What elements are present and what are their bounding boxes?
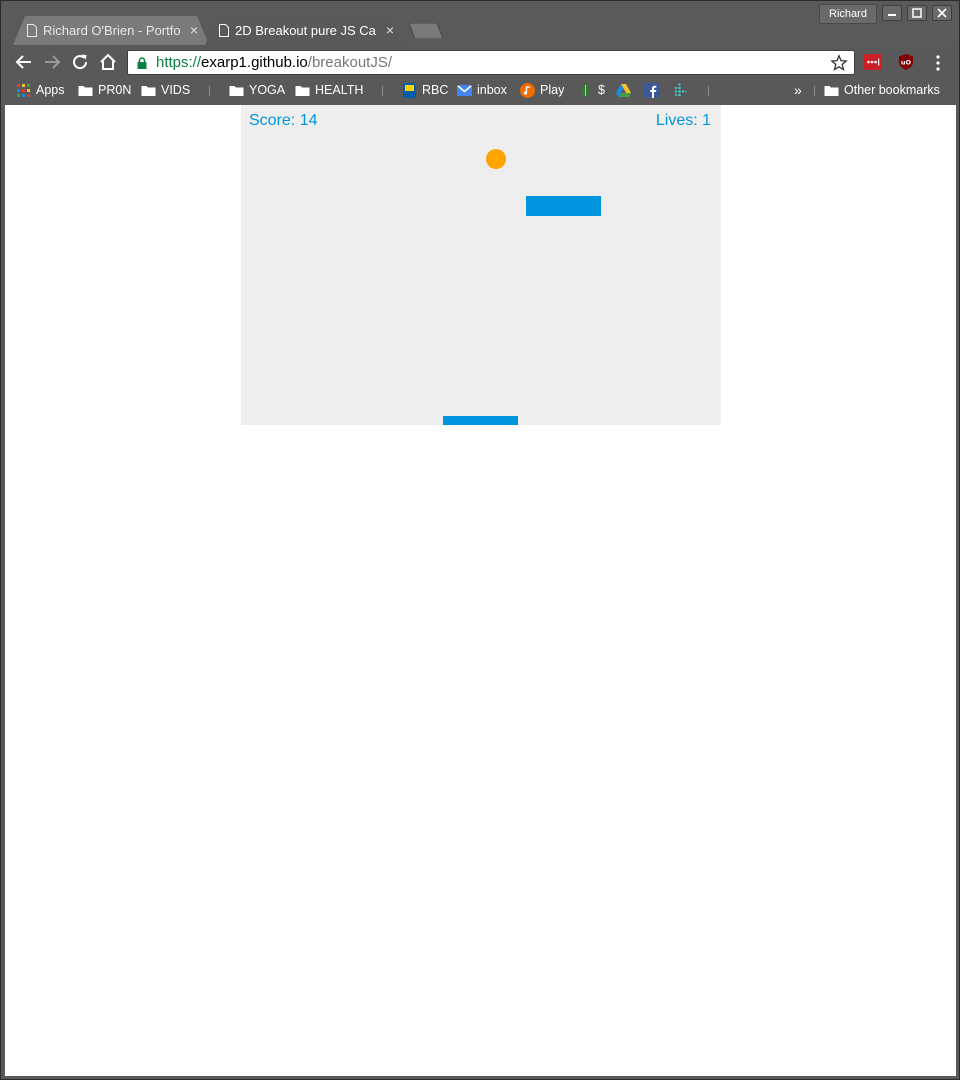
back-arrow-icon[interactable] — [13, 51, 35, 73]
folder-icon — [78, 86, 93, 96]
folder-icon — [141, 86, 156, 96]
folder-icon — [824, 86, 839, 96]
score-display: Score: 14 — [249, 112, 318, 129]
folder-icon — [295, 86, 310, 96]
tab-breakout[interactable]: 2D Breakout pure JS Ca × — [205, 16, 405, 45]
close-window-button[interactable] — [932, 5, 952, 21]
page-content: Score: 14 Lives: 1 — [5, 105, 956, 1076]
inbox-icon — [457, 85, 472, 96]
play-music-icon — [520, 83, 535, 98]
url-scheme: https:// — [156, 54, 202, 71]
fitbit-icon[interactable] — [672, 83, 687, 98]
toolbar: https://exarp1.github.io/breakoutJS/ uO — [5, 45, 957, 79]
bookmark-label: VIDS — [161, 83, 191, 97]
ublock-extension-icon[interactable]: uO — [897, 54, 915, 70]
bookmark-label: HEALTH — [315, 83, 364, 97]
bookmark-label: PR0N — [98, 83, 132, 97]
minimize-icon — [888, 14, 896, 16]
forward-arrow-icon[interactable] — [41, 51, 63, 73]
bookmark-label: Play — [540, 83, 565, 97]
bookmark-label: inbox — [477, 83, 507, 97]
brick — [526, 196, 601, 216]
facebook-icon[interactable] — [644, 83, 659, 98]
lastpass-extension-icon[interactable] — [864, 54, 882, 70]
close-icon[interactable]: × — [383, 16, 397, 45]
address-bar[interactable]: https://exarp1.github.io/breakoutJS/ — [127, 50, 855, 75]
url-path: /breakoutJS/ — [307, 54, 392, 71]
bookmark-label: $ — [598, 83, 605, 97]
tab-title: Richard O'Brien - Portfo — [43, 23, 181, 38]
google-drive-icon[interactable] — [616, 83, 631, 98]
tab-title: 2D Breakout pure JS Ca — [235, 23, 376, 38]
profile-button[interactable]: Richard — [819, 4, 877, 24]
rbc-logo-icon — [403, 83, 416, 98]
close-window-icon — [937, 8, 947, 18]
page-icon — [27, 24, 37, 37]
leaf-icon — [582, 83, 589, 98]
new-tab-button[interactable] — [409, 23, 443, 39]
tab-strip: Richard O'Brien - Portfo × 2D Breakout p… — [1, 1, 959, 45]
browser-window: Richard O'Brien - Portfo × 2D Breakout p… — [0, 0, 960, 1080]
bookmark-label: Other bookmarks — [844, 83, 940, 97]
bookmark-label: YOGA — [249, 83, 286, 97]
svg-text:uO: uO — [901, 59, 912, 67]
url-text: https://exarp1.github.io/breakoutJS/ — [156, 51, 392, 75]
bookmark-overflow-chevron[interactable]: » — [794, 79, 802, 103]
folder-icon — [229, 86, 244, 96]
bookmark-separator — [814, 86, 815, 96]
paddle[interactable] — [443, 416, 518, 425]
url-host: exarp1.github.io — [201, 54, 308, 71]
close-icon[interactable]: × — [187, 16, 201, 45]
lock-icon — [137, 57, 147, 69]
bookmark-star-icon[interactable] — [830, 54, 848, 72]
bookmark-label: RBC — [422, 83, 449, 97]
maximize-icon — [912, 8, 922, 18]
bookmark-separator — [382, 86, 383, 96]
menu-dots-icon[interactable] — [931, 54, 945, 72]
game-canvas[interactable]: Score: 14 Lives: 1 — [241, 105, 721, 425]
ball — [486, 149, 506, 169]
bookmarks-bar: Apps PR0N VIDS YOGA HEALTH RBC inbox Pla… — [5, 79, 957, 103]
tab-portfolio[interactable]: Richard O'Brien - Portfo × — [13, 16, 209, 45]
home-icon[interactable] — [97, 51, 119, 73]
bookmark-label: Apps — [36, 83, 65, 97]
bookmark-separator — [708, 86, 709, 96]
reload-icon[interactable] — [69, 51, 91, 73]
bookmark-separator — [209, 86, 210, 96]
lives-display: Lives: 1 — [655, 112, 711, 129]
minimize-button[interactable] — [882, 5, 902, 21]
maximize-button[interactable] — [907, 5, 927, 21]
page-icon — [219, 24, 229, 37]
apps-grid-icon — [17, 84, 30, 97]
